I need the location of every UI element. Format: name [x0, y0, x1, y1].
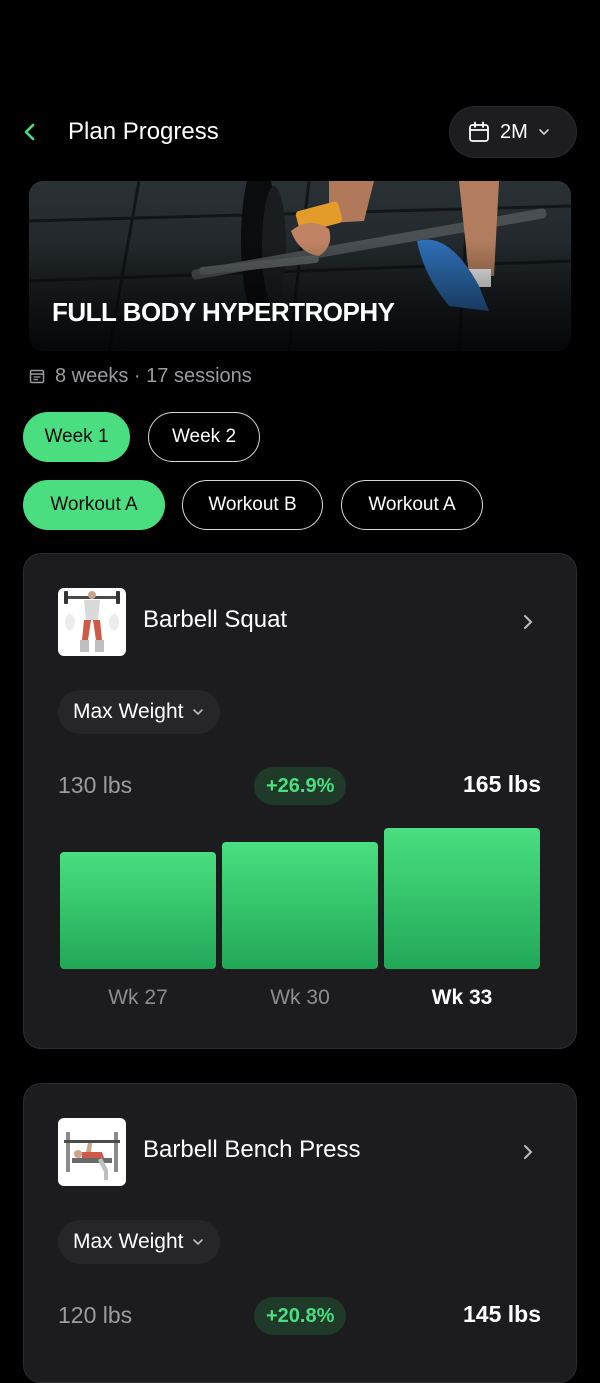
chevron-down-icon — [538, 129, 549, 136]
plan-meta-text: 8 weeks · 17 sessions — [55, 364, 252, 387]
chart-bar-wk-33 — [384, 828, 540, 969]
week-selector: Week 1 Week 2 — [23, 412, 260, 462]
workout-chip-a[interactable]: Workout A — [23, 480, 165, 530]
start-value: 130 lbs — [58, 772, 133, 798]
chart-bar-wk-27 — [60, 852, 216, 969]
chevron-left-icon — [24, 123, 35, 141]
exercise-progress-card-2[interactable]: Barbell Bench Press Max Weight 120 lbs +… — [23, 1083, 577, 1383]
top-app-bar: Plan Progress 2M — [0, 100, 600, 164]
plan-title: FULL BODY HYPERTROPHY — [52, 297, 395, 327]
metric-label: Max Weight — [73, 1230, 184, 1253]
plan-meta: 8 weeks · 17 sessions — [29, 362, 252, 390]
bench-press-figure-icon — [64, 1132, 120, 1180]
page-title: Plan Progress — [68, 118, 219, 145]
progress-bar-chart — [60, 816, 540, 969]
chart-label-wk-33: Wk 33 — [431, 986, 493, 1009]
change-badge: +20.8% — [254, 1297, 347, 1335]
calendar-small-icon — [29, 369, 45, 384]
week-chip-1[interactable]: Week 1 — [23, 412, 130, 462]
workout-chip-b[interactable]: Workout B — [182, 480, 323, 530]
metric-dropdown[interactable]: Max Weight — [58, 1220, 220, 1264]
chart-bar-wk-30 — [222, 842, 378, 969]
date-range-value: 2M — [500, 120, 528, 143]
chart-label-wk-30: Wk 30 — [270, 986, 330, 1009]
calendar-icon — [469, 121, 489, 142]
metric-dropdown[interactable]: Max Weight — [58, 690, 220, 734]
start-value: 120 lbs — [58, 1302, 133, 1328]
exercise-thumbnail — [58, 588, 126, 656]
exercise-name: Barbell Bench Press — [143, 1136, 361, 1163]
chevron-down-icon — [192, 1239, 203, 1246]
chevron-down-icon — [192, 709, 203, 716]
metric-label: Max Weight — [73, 700, 184, 723]
plan-hero-banner[interactable]: FULL BODY HYPERTROPHY — [29, 181, 571, 351]
exercise-name: Barbell Squat — [143, 606, 288, 633]
chevron-right-icon[interactable] — [518, 1140, 538, 1164]
workout-selector: Workout A Workout B Workout A — [23, 480, 483, 530]
workout-chip-a-2[interactable]: Workout A — [341, 480, 483, 530]
back-button[interactable] — [14, 116, 46, 148]
week-chip-2[interactable]: Week 2 — [148, 412, 260, 462]
chart-label-wk-27: Wk 27 — [108, 986, 168, 1009]
squat-figure-icon — [64, 591, 120, 652]
change-badge: +26.9% — [254, 767, 347, 805]
exercise-thumbnail — [58, 1118, 126, 1186]
end-value: 145 lbs — [463, 1301, 541, 1327]
chevron-right-icon[interactable] — [518, 610, 538, 634]
end-value: 165 lbs — [463, 771, 541, 797]
date-range-dropdown[interactable]: 2M — [449, 106, 577, 158]
exercise-progress-card[interactable]: Barbell Squat Max Weight 130 lbs +26.9% … — [23, 553, 577, 1049]
